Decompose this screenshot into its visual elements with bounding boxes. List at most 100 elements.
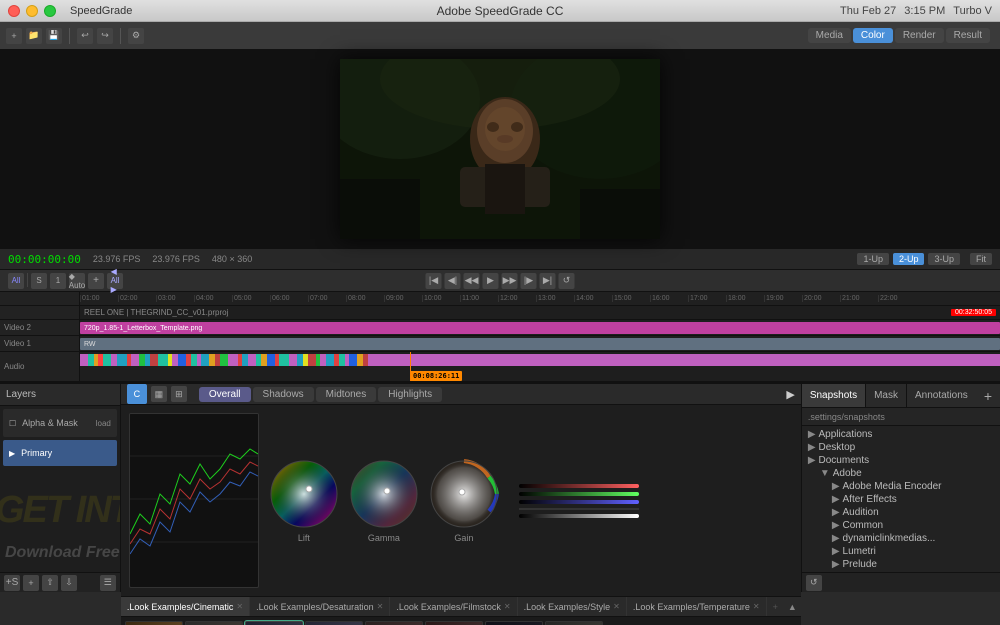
mark-1: 01:00 <box>80 295 118 302</box>
loop-btn[interactable]: ↺ <box>559 273 575 289</box>
scope-btn[interactable]: ⊞ <box>171 386 187 402</box>
mark-9: 09:00 <box>384 295 422 302</box>
tree-item-desktop[interactable]: ▶ Desktop <box>804 441 998 454</box>
thumb-sepia[interactable]: Sepia <box>125 621 183 625</box>
look-tab-add[interactable]: + <box>767 597 784 616</box>
scope-svg <box>130 414 258 584</box>
layer-up-btn[interactable]: ⇧ <box>42 575 58 591</box>
hist-btn[interactable]: ▦ <box>151 386 167 402</box>
look-tab-filmstock-close[interactable]: ✕ <box>504 602 511 611</box>
play-btn[interactable]: ▶ <box>483 273 499 289</box>
reel-row: REEL ONE | THEGRIND_CC_v01.prproj 00:32:… <box>0 306 1000 320</box>
layer-opts-btn[interactable]: ☰ <box>100 575 116 591</box>
tree-adobe-label: Adobe <box>833 468 862 479</box>
look-tab-cinematic-close[interactable]: ✕ <box>236 602 243 611</box>
mark-8: 08:00 <box>346 295 384 302</box>
tab-highlights[interactable]: Highlights <box>378 387 442 402</box>
thumb-compression1[interactable]: Compression 1 <box>365 621 423 625</box>
layer-item-primary[interactable]: ▶ Primary <box>3 440 117 466</box>
open-btn[interactable]: 📁 <box>26 28 42 44</box>
maximize-button[interactable] <box>44 5 56 17</box>
look-tab-cinematic[interactable]: .Look Examples/Cinematic ✕ <box>121 597 250 616</box>
layer-item-alpha[interactable]: ☐ Alpha & Mask load <box>3 409 117 437</box>
tab-result[interactable]: Result <box>946 28 990 43</box>
folder-icon-2: ▶ <box>808 442 816 453</box>
thumb-cinematic2[interactable]: Cinematic 2 <box>305 621 363 625</box>
fwd-play[interactable]: ▶▶ <box>502 273 518 289</box>
color-mode-icon[interactable]: C <box>127 384 147 404</box>
tree-item-documents[interactable]: ▶ Documents <box>804 454 998 467</box>
tree-item-lumetri[interactable]: ▶ Lumetri <box>804 545 998 558</box>
view-1up[interactable]: 1-Up <box>857 253 889 265</box>
layer-down-btn[interactable]: ⇩ <box>61 575 77 591</box>
tree-item-dynlink[interactable]: ▶ dynamiclinkmedias... <box>804 532 998 545</box>
tab-mask[interactable]: Mask <box>866 384 907 407</box>
tab-midtones[interactable]: Midtones <box>316 387 377 402</box>
wheel-highlights-disc[interactable] <box>429 459 499 529</box>
thumb-bleach2[interactable]: Bleach Byp... <box>545 621 603 625</box>
tree-item-prelude[interactable]: ▶ Prelude <box>804 558 998 571</box>
tool-btn[interactable]: ⚙ <box>128 28 144 44</box>
settings-path-label: .settings/snapshots <box>808 412 885 422</box>
thumb-compression2[interactable]: Compression 2 <box>425 621 483 625</box>
channel-bars <box>519 484 639 518</box>
look-tab-temperature-close[interactable]: ✕ <box>753 602 760 611</box>
tree-item-applications[interactable]: ▶ Applications <box>804 428 998 441</box>
look-tab-desaturation[interactable]: .Look Examples/Desaturation ✕ <box>250 597 390 616</box>
refresh-btn[interactable]: ↺ <box>806 575 822 591</box>
ctrl-1[interactable]: 1 <box>50 273 66 289</box>
mark-7: 07:00 <box>308 295 346 302</box>
look-tab-desaturation-label: .Look Examples/Desaturation <box>256 602 374 612</box>
thumb-cinematic1[interactable]: Cinematic 1 <box>245 621 303 625</box>
look-tab-desaturation-close[interactable]: ✕ <box>377 602 384 611</box>
undo-btn[interactable]: ↩ <box>77 28 93 44</box>
preview-section <box>0 50 1000 248</box>
tree-item-ae[interactable]: ▶ After Effects <box>804 493 998 506</box>
look-panel-toggle[interactable]: ▲ <box>784 602 801 612</box>
ctrl-s[interactable]: S <box>31 273 47 289</box>
add-snapshot-btn[interactable]: + <box>976 388 1000 404</box>
go-start[interactable]: |◀ <box>426 273 442 289</box>
tab-annotations[interactable]: Annotations <box>907 384 976 407</box>
look-tab-filmstock[interactable]: .Look Examples/Filmstock ✕ <box>390 597 517 616</box>
rev-play[interactable]: ◀◀ <box>464 273 480 289</box>
tree-item-adobe[interactable]: ▼ Adobe <box>804 467 998 480</box>
go-end[interactable]: ▶| <box>540 273 556 289</box>
fit-btn[interactable]: Fit <box>970 253 992 265</box>
new-btn[interactable]: + <box>6 28 22 44</box>
next-frame[interactable]: |▶ <box>521 273 537 289</box>
look-tab-style[interactable]: .Look Examples/Style ✕ <box>518 597 627 616</box>
tab-snapshots[interactable]: Snapshots <box>802 384 866 407</box>
tree-item-common[interactable]: ▶ Common <box>804 519 998 532</box>
plus-btn[interactable]: + <box>88 273 104 289</box>
tab-media[interactable]: Media <box>808 28 851 43</box>
tab-color[interactable]: Color <box>853 28 893 43</box>
remove-layer-btn[interactable]: + <box>23 575 39 591</box>
track-1-bar[interactable]: 720p_1.85-1_Letterbox_Template.png <box>80 322 1000 334</box>
prev-frame[interactable]: ◀| <box>445 273 461 289</box>
all-button[interactable]: All <box>8 273 24 289</box>
panel-expand[interactable]: ▶ <box>786 388 794 401</box>
add-layer-btn[interactable]: +S <box>4 575 20 591</box>
minimize-button[interactable] <box>26 5 38 17</box>
auto-btn[interactable]: ◆ Auto <box>69 273 85 289</box>
view-2up[interactable]: 2-Up <box>893 253 925 265</box>
tab-overall[interactable]: Overall <box>199 387 251 402</box>
all-btn2[interactable]: ◀ All ▶ <box>107 273 123 289</box>
save-btn[interactable]: 💾 <box>46 28 62 44</box>
thumb-bleach[interactable]: Bleach Bypass <box>185 621 243 625</box>
close-button[interactable] <box>8 5 20 17</box>
look-tab-cinematic-label: .Look Examples/Cinematic <box>127 602 234 612</box>
tab-shadows[interactable]: Shadows <box>253 387 314 402</box>
tab-render[interactable]: Render <box>895 28 944 43</box>
view-3up[interactable]: 3-Up <box>928 253 960 265</box>
look-tab-style-close[interactable]: ✕ <box>613 602 620 611</box>
wheel-midtones-disc[interactable] <box>349 459 419 529</box>
wheel-shadows-disc[interactable] <box>269 459 339 529</box>
tree-item-ame[interactable]: ▶ Adobe Media Encoder <box>804 480 998 493</box>
thumb-day4night[interactable]: Day4Night <box>485 621 543 625</box>
look-tab-temperature[interactable]: .Look Examples/Temperature ✕ <box>627 597 767 616</box>
track-2-bar[interactable]: RW <box>80 338 1000 350</box>
tree-item-audition[interactable]: ▶ Audition <box>804 506 998 519</box>
redo-btn[interactable]: ↪ <box>97 28 113 44</box>
